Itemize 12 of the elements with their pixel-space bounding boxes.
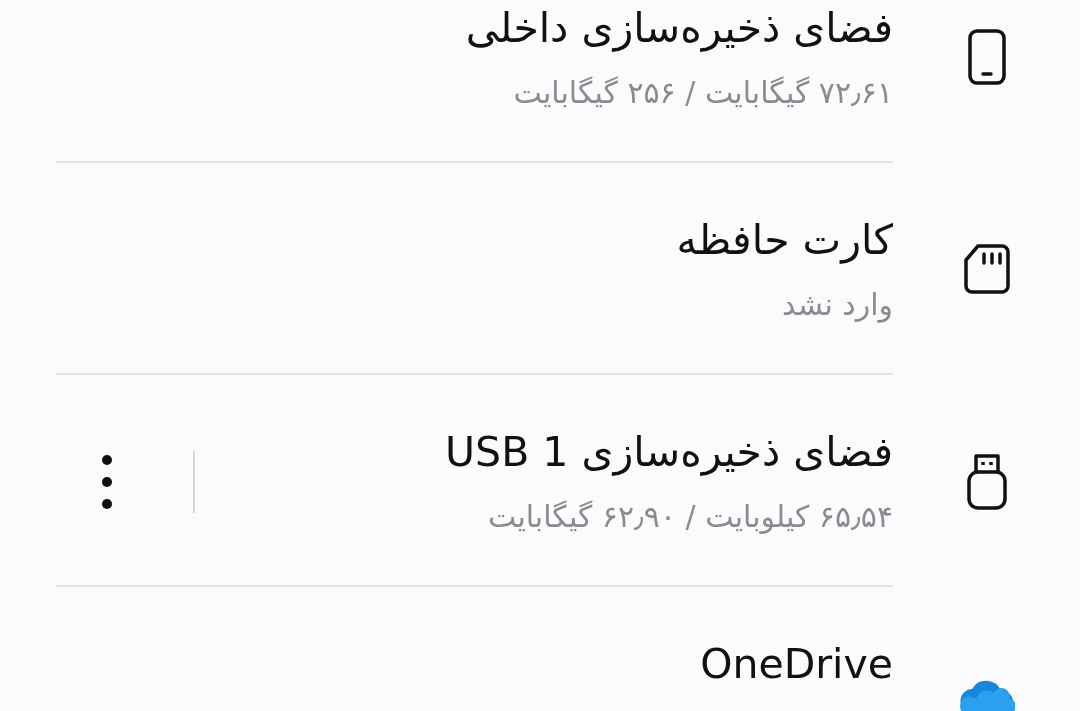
storage-usage: وارد نشد [780,286,893,325]
more-options-button[interactable] [101,453,113,510]
usb-drive-icon [965,452,1008,510]
cloud-icon [958,679,1015,711]
storage-usage: ۶۵٫۵۴ کیلوبایت / ۶۲٫۹۰ گیگابایت [486,498,893,536]
storage-title: کارت حافظه [676,215,893,266]
phone-icon [967,29,1006,85]
storage-usage: ۷۲٫۶۱ گیگابایت / ۲۵۶ گیگابایت [512,74,893,112]
storage-title: فضای ذخیره‌سازی USB 1 [445,427,893,478]
storage-title: فضای ذخیره‌سازی داخلی [465,3,893,54]
memory-card-icon [963,244,1010,294]
storage-title: OneDrive [700,639,893,690]
